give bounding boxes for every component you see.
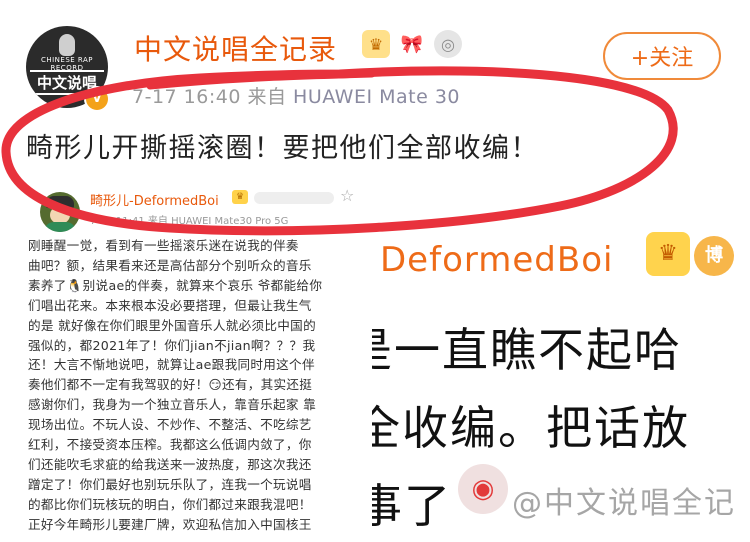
embedded-source: 来自 HUAWEI Mate30 Pro 5G bbox=[147, 216, 289, 227]
embedded-body-line: 素养了🐧别说ae的伴奏，就算来个哀乐 爷都能给你 bbox=[28, 277, 323, 293]
background-line-1: 是一直瞧不起哈 bbox=[372, 323, 682, 377]
verified-badge-icon: v bbox=[84, 86, 110, 112]
embedded-body-line: 红利，不接受资本压榨。我都这么低调内敛了，你 bbox=[28, 437, 312, 453]
embedded-avatar bbox=[40, 192, 80, 232]
post-device[interactable]: HUAWEI Mate 30 bbox=[293, 86, 460, 108]
embedded-body-line: 感谢你们，我身为一个独立音乐人，靠音乐起家 靠 bbox=[28, 397, 316, 413]
background-line-3: 事了 bbox=[372, 479, 452, 533]
crown-badge-icon[interactable]: ♛ bbox=[362, 30, 390, 58]
embedded-author-name: 畸形儿-DeformedBoi bbox=[90, 194, 219, 209]
embedded-crown-icon: ♛ bbox=[232, 190, 248, 204]
embedded-body-line: 强似的，都2021年了！你们jian不jian啊？？？我 bbox=[28, 337, 316, 353]
follow-button[interactable]: +关注 bbox=[603, 32, 721, 80]
author-name[interactable]: 中文说唱全记录 bbox=[134, 28, 337, 68]
blurred-badges bbox=[254, 192, 334, 204]
embedded-body-line: 刚睡醒一觉，看到有一些摇滚乐迷在说我的伴奏 bbox=[28, 238, 299, 253]
star-icon: ☆ bbox=[340, 186, 355, 205]
background-crown-icon: ♛ bbox=[646, 232, 690, 276]
watermark-text: @中文说唱全记 bbox=[512, 486, 736, 521]
embedded-body-line: 的是 就好像在你们眼里外国音乐人就必须比中国的 bbox=[28, 317, 316, 333]
background-bo-badge: 博 bbox=[694, 236, 734, 276]
background-name: DeformedBoi bbox=[380, 240, 614, 280]
source-prefix: 来自 bbox=[247, 86, 287, 108]
embedded-body-line: 们唱出花来。本来根本没必要搭理，但最让我生气 bbox=[28, 297, 312, 313]
embedded-body-line: 正好今年畸形儿要建厂牌，欢迎私信加入中国核王 bbox=[28, 516, 312, 532]
embedded-body-line: 还！大言不惭地说吧，就算让ae跟我同时用这个伴 bbox=[28, 357, 315, 373]
author-badges: ♛ 🎀 ◎ bbox=[362, 30, 462, 58]
embedded-meta: 7-17 11:41 来自 HUAWEI Mate30 Pro 5G bbox=[90, 212, 288, 227]
embedded-body-line: 现场出位。不玩人设、不炒作、不整活、不吃综艺 bbox=[28, 417, 312, 433]
post-text: 畸形儿开撕摇滚圈！要把他们全部收编！ bbox=[26, 133, 539, 164]
embedded-body-line: 奏他们都不一定有我驾驭的好！😏还有，其实还挺 bbox=[28, 377, 313, 393]
avatar-ring-text: CHINESE RAP RECORD bbox=[40, 56, 94, 72]
embedded-screenshot: 畸形儿-DeformedBoi ♛ ☆ 7-17 11:41 来自 HUAWEI… bbox=[22, 180, 372, 542]
embedded-body-line: 的都比你们玩核玩的明白，你们都过来跟我混吧！ bbox=[28, 496, 312, 512]
background-line-2: 全收编。把话放 bbox=[372, 401, 690, 455]
post-meta: 7-17 16:40 来自 HUAWEI Mate 30 bbox=[132, 82, 460, 109]
embedded-post-body: 刚睡醒一觉，看到有一些摇滚乐迷在说我的伴奏 曲吧？额，结果看来还是高估部分个别听众… bbox=[28, 236, 368, 535]
medal-badge-icon[interactable]: ◎ bbox=[434, 30, 462, 58]
post-timestamp: 7-17 16:40 bbox=[132, 86, 241, 108]
embedded-body-line: 们还能吹毛求疵的给我送来一波热度，那这次我还 bbox=[28, 456, 312, 472]
body-shape bbox=[44, 222, 76, 232]
embedded-timestamp: 7-17 11:41 bbox=[90, 216, 145, 227]
embedded-body-line: 曲吧？额，结果看来还是高估部分个别听众的音乐 bbox=[28, 257, 312, 273]
weibo-logo-icon: ◉ bbox=[458, 464, 508, 514]
bow-badge-icon[interactable]: 🎀 bbox=[398, 30, 426, 58]
microphone-icon bbox=[59, 34, 75, 56]
embedded-body-line: 蹭定了！你们最好也别玩乐队了，连我一个玩说唱 bbox=[28, 476, 312, 492]
